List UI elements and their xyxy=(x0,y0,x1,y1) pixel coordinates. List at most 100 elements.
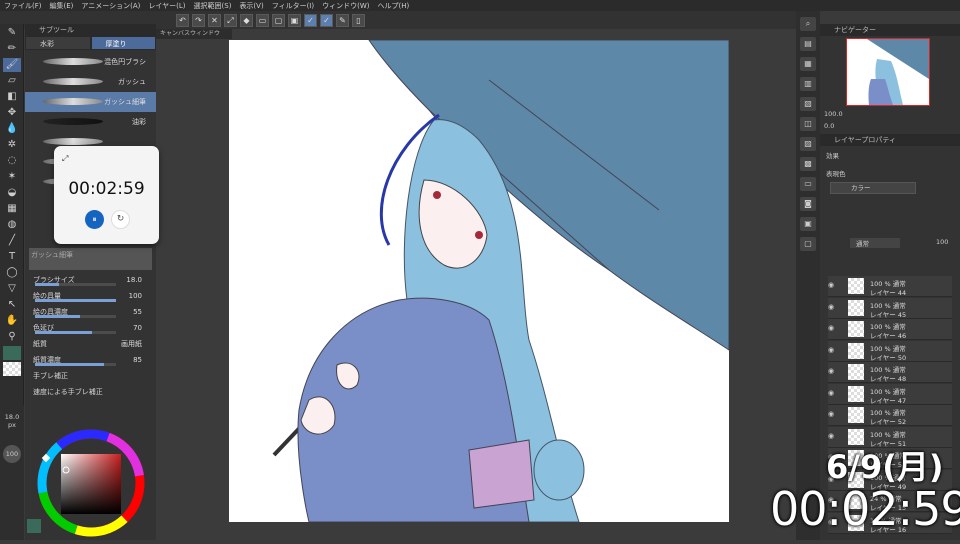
menu-item[interactable]: ウィンドウ(W) xyxy=(322,1,369,11)
canvas-tab[interactable]: キャンバスウィンドウ xyxy=(156,29,232,39)
transform-icon[interactable]: ⤢ xyxy=(224,13,237,27)
navigator-thumbnail[interactable] xyxy=(846,38,930,106)
layer-row[interactable]: ◉ 100 % 通常 レイヤー 50 xyxy=(828,340,952,362)
frame-tool-icon[interactable]: ▽ xyxy=(3,282,21,296)
edit-icon[interactable]: ✎ xyxy=(336,13,349,27)
menu-item[interactable]: フィルター(I) xyxy=(272,1,314,11)
folder-icon[interactable]: ▥ xyxy=(800,77,816,91)
pause-button[interactable]: ⏸ xyxy=(85,210,104,229)
property-slider[interactable] xyxy=(35,315,116,318)
gradient-tool-icon[interactable]: ▦ xyxy=(3,202,21,216)
undo-icon[interactable]: ↶ xyxy=(176,13,189,27)
menu-item[interactable]: 表示(V) xyxy=(239,1,263,11)
lasso-tool-icon[interactable]: ◌ xyxy=(3,154,21,168)
property-row[interactable]: 速度による手ブレ補正 xyxy=(25,384,156,400)
palette-icon[interactable]: ▨ xyxy=(800,137,816,151)
main-color-swatch[interactable] xyxy=(3,346,21,360)
color-wheel[interactable] xyxy=(25,411,156,540)
property-slider[interactable] xyxy=(35,283,116,286)
pen-tool-icon[interactable]: ✎ xyxy=(3,26,21,40)
eyedropper-tool-icon[interactable]: ⚲ xyxy=(3,330,21,344)
property-row[interactable]: 紙質 画用紙 xyxy=(25,336,156,352)
expand-icon[interactable]: ⤢ xyxy=(62,154,68,164)
menu-item[interactable]: 編集(E) xyxy=(50,1,74,11)
frame-icon[interactable]: ▢ xyxy=(800,237,816,251)
brush-tool-icon[interactable]: 🖌 xyxy=(3,58,21,72)
image-alt-icon[interactable]: ▣ xyxy=(800,217,816,231)
zoom-value[interactable]: 100.0 xyxy=(824,110,843,118)
layer-row[interactable]: ◉ 100 % 通常 レイヤー 44 xyxy=(828,276,952,297)
library-icon[interactable]: ▩ xyxy=(800,157,816,171)
tab-thick-paint[interactable]: 厚塗り xyxy=(90,36,156,50)
eye-icon[interactable]: ◉ xyxy=(828,324,836,332)
eye-icon[interactable]: ◉ xyxy=(828,410,836,418)
eye-icon[interactable]: ◉ xyxy=(828,389,836,397)
snap-ruler-icon[interactable]: ✓ xyxy=(304,13,317,27)
brush-item-gouache-fine[interactable]: ガッシュ細筆 xyxy=(25,92,156,112)
smartphone-icon[interactable]: ▯ xyxy=(352,13,365,27)
eye-icon[interactable]: ◉ xyxy=(828,303,836,311)
property-row[interactable]: 絵の具量 100 xyxy=(25,288,156,304)
text-tool-icon[interactable]: T xyxy=(3,250,21,264)
eraser-tool-icon[interactable]: ▱ xyxy=(3,74,21,88)
airbrush-tool-icon[interactable]: ✲ xyxy=(3,138,21,152)
layer-row[interactable]: ◉ 100 % 通常 レイヤー 47 xyxy=(828,383,952,405)
layer-opacity[interactable]: 100 xyxy=(936,238,948,246)
layer-row[interactable]: ◉ 100 % 通常 レイヤー 48 xyxy=(828,362,952,383)
blend-mode-select[interactable]: 通常 xyxy=(850,238,900,248)
bucket-tool-icon[interactable]: ◒ xyxy=(3,186,21,200)
image-icon[interactable]: ▧ xyxy=(800,97,816,111)
redo-icon[interactable]: ↷ xyxy=(192,13,205,27)
menu-item[interactable]: アニメーション(A) xyxy=(81,1,140,11)
brush-item-gouache[interactable]: ガッシュ xyxy=(25,72,156,92)
menu-item[interactable]: ファイル(F) xyxy=(4,1,42,11)
move-tool-icon[interactable]: ✥ xyxy=(3,106,21,120)
property-slider[interactable] xyxy=(35,299,116,302)
brush-item-oil[interactable]: 油彩 xyxy=(25,112,156,132)
pencil-tool-icon[interactable]: ✏ xyxy=(3,42,21,56)
eye-icon[interactable]: ◉ xyxy=(828,367,836,375)
property-row[interactable]: 手ブレ補正 xyxy=(25,368,156,384)
property-slider[interactable] xyxy=(35,363,116,366)
select-icon[interactable]: ▭ xyxy=(256,13,269,27)
fill-tool-icon[interactable]: ◧ xyxy=(3,90,21,104)
layer-row[interactable]: ◉ 100 % 通常 レイヤー 52 xyxy=(828,405,952,426)
drawing-canvas[interactable] xyxy=(229,40,729,522)
layer-row[interactable]: ◉ 100 % 通常 レイヤー 46 xyxy=(828,319,952,340)
eye-icon[interactable]: ◉ xyxy=(828,346,836,354)
figure-tool-icon[interactable]: ◍ xyxy=(3,218,21,232)
invert-icon[interactable]: ▣ xyxy=(288,13,301,27)
material-icon[interactable]: ▦ xyxy=(800,57,816,71)
property-slider[interactable] xyxy=(35,331,116,334)
layer-row[interactable]: ◉ 100 % 通常 レイヤー 45 xyxy=(828,297,952,319)
sparkle-tool-icon[interactable]: ✶ xyxy=(3,170,21,184)
transparent-swatch[interactable] xyxy=(3,362,21,376)
menu-item[interactable]: レイヤー(L) xyxy=(148,1,185,11)
operation-tool-icon[interactable]: ↖ xyxy=(3,298,21,312)
blend-tool-icon[interactable]: 💧 xyxy=(3,122,21,136)
clipboard-icon[interactable]: ▭ xyxy=(800,177,816,191)
line-tool-icon[interactable]: ╱ xyxy=(3,234,21,248)
property-row[interactable]: 絵の具濃度 55 xyxy=(25,304,156,320)
rotation-value[interactable]: 0.0 xyxy=(824,122,834,130)
clear-icon[interactable]: ✕ xyxy=(208,13,221,27)
menu-item[interactable]: 選択範囲(S) xyxy=(194,1,232,11)
property-row[interactable]: 色延び 70 xyxy=(25,320,156,336)
eye-icon[interactable]: ◉ xyxy=(828,432,836,440)
property-row[interactable]: ブラシサイズ 18.0 xyxy=(25,272,156,288)
menu-item[interactable]: ヘルプ(H) xyxy=(377,1,409,11)
layer-icon[interactable]: ▤ xyxy=(800,37,816,51)
reset-button[interactable]: ↻ xyxy=(111,210,130,229)
property-row[interactable]: 紙質濃度 85 xyxy=(25,352,156,368)
opacity-value[interactable]: 100 xyxy=(3,445,21,463)
deselect-icon[interactable]: ▢ xyxy=(272,13,285,27)
camera-icon[interactable]: ◙ xyxy=(800,197,816,211)
search-icon[interactable]: ⌕ xyxy=(800,17,816,31)
tab-watercolor[interactable]: 水彩 xyxy=(25,36,91,50)
history-icon[interactable]: ◫ xyxy=(800,117,816,131)
color-mode-select[interactable]: カラー xyxy=(830,182,916,194)
snap-special-icon[interactable]: ✓ xyxy=(320,13,333,27)
hand-tool-icon[interactable]: ✋ xyxy=(3,314,21,328)
brush-item-mix-round[interactable]: 混色円ブラシ xyxy=(25,52,156,72)
eye-icon[interactable]: ◉ xyxy=(828,281,836,289)
